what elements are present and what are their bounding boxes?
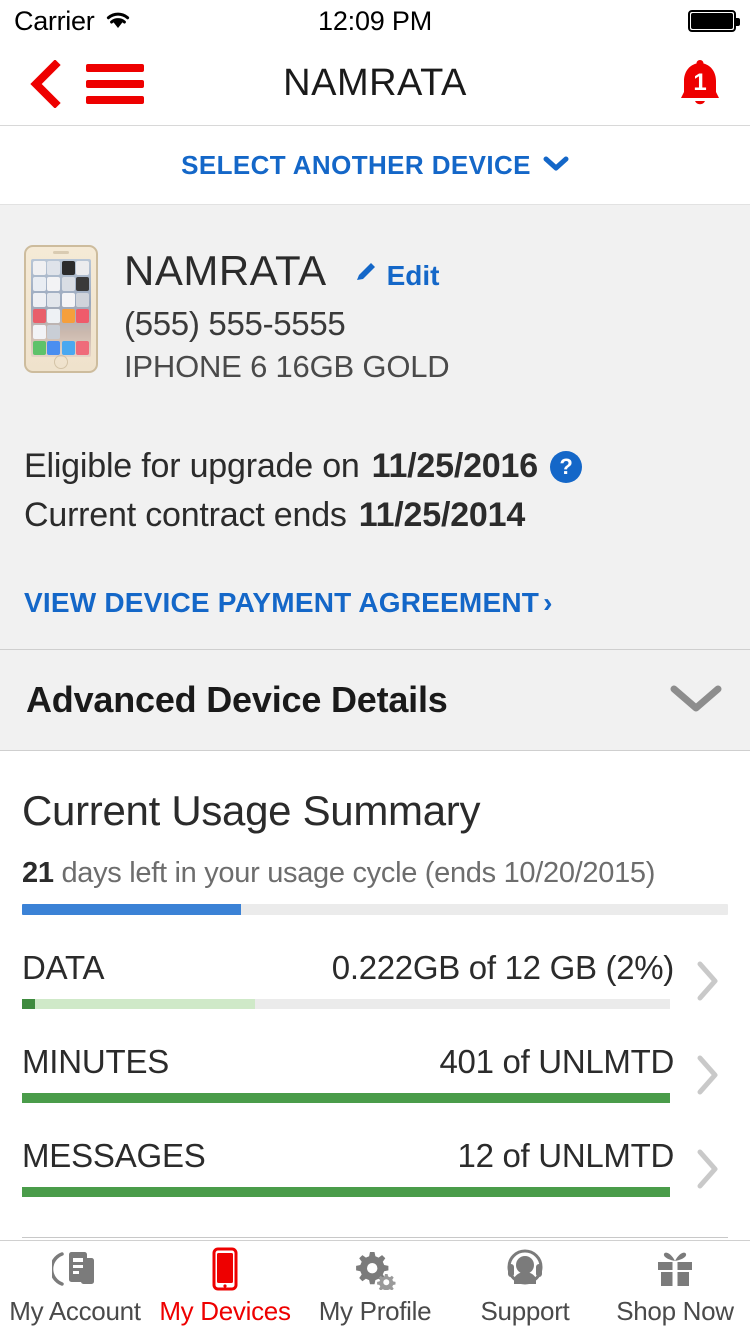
upgrade-eligibility-date: 11/25/2016	[371, 447, 538, 485]
tab-my-profile[interactable]: My Profile	[300, 1248, 450, 1327]
days-left-count: 21	[22, 857, 54, 889]
usage-row-messages[interactable]: MESSAGES 12 of UNLMTD	[22, 1103, 728, 1197]
advanced-device-details-label: Advanced Device Details	[26, 679, 448, 720]
app-root: Carrier 12:09 PM NAMRATA 1 SELECT ANOTHE…	[0, 0, 750, 1334]
agreement-label: VIEW DEVICE PAYMENT AGREEMENT	[24, 587, 540, 618]
phone-screen-apps	[31, 259, 91, 357]
help-question-icon[interactable]: ?	[549, 450, 582, 483]
iphone-6-gold-thumbnail	[24, 245, 98, 373]
phone-camera-dot	[53, 251, 69, 254]
account-devices-icon	[52, 1248, 98, 1290]
notification-bell-icon: 1	[681, 59, 719, 104]
usage-row-data-label: DATA	[22, 949, 105, 986]
view-device-payment-agreement-link[interactable]: VIEW DEVICE PAYMENT AGREEMENT ›	[24, 587, 726, 619]
notification-badge-count: 1	[693, 69, 706, 96]
tab-shop-now[interactable]: Shop Now	[600, 1248, 750, 1327]
current-usage-summary: Current Usage Summary 21 days left in yo…	[0, 751, 750, 1292]
battery-icon	[688, 10, 740, 32]
bottom-tab-bar: My Account My Devices My Profile Support…	[0, 1240, 750, 1334]
upgrade-eligibility-line: Eligible for upgrade on 11/25/2016 ?	[24, 447, 726, 486]
navigation-bar: NAMRATA 1	[0, 42, 750, 126]
device-model: IPHONE 6 16GB GOLD	[124, 349, 450, 384]
usage-row-messages-label: MESSAGES	[22, 1137, 206, 1174]
contract-end-line: Current contract ends 11/25/2014	[24, 496, 726, 535]
clock: 12:09 PM	[318, 5, 432, 36]
chevron-down-icon	[543, 155, 569, 176]
tab-support[interactable]: Support	[450, 1248, 600, 1327]
usage-row-minutes-bar	[22, 1093, 670, 1103]
usage-row-minutes-top: MINUTES 401 of UNLMTD	[22, 1043, 728, 1081]
hamburger-bar	[86, 63, 144, 72]
headset-icon	[502, 1248, 548, 1290]
eligibility-block: Eligible for upgrade on 11/25/2016 ? Cur…	[24, 447, 726, 535]
usage-row-minutes-fill	[22, 1093, 670, 1103]
tab-shop-now-label: Shop Now	[616, 1296, 734, 1326]
select-another-device-label: SELECT ANOTHER DEVICE	[181, 149, 531, 180]
status-right	[688, 10, 740, 32]
usage-row-minutes-label: MINUTES	[22, 1043, 170, 1080]
usage-row-data-used-fill	[22, 999, 35, 1009]
hamburger-menu-button[interactable]	[86, 58, 146, 110]
back-button[interactable]	[22, 58, 68, 110]
tab-my-account-label: My Account	[9, 1296, 141, 1326]
usage-row-data[interactable]: DATA 0.222GB of 12 GB (2%)	[22, 915, 728, 1009]
edit-label: Edit	[386, 259, 440, 291]
contract-end-prefix: Current contract ends	[24, 496, 347, 534]
usage-row-messages-value: 12 of UNLMTD	[457, 1137, 675, 1174]
usage-row-messages-bar	[22, 1187, 670, 1197]
advanced-device-details-accordion[interactable]: Advanced Device Details	[0, 649, 750, 751]
phone-home-button	[54, 355, 68, 369]
back-chevron-icon	[30, 59, 61, 108]
hamburger-bar	[86, 95, 144, 104]
contract-end-date: 11/25/2014	[358, 496, 526, 534]
edit-device-button[interactable]: Edit	[353, 259, 440, 292]
chevron-right-icon	[692, 1147, 722, 1196]
usage-row-messages-fill	[22, 1187, 670, 1197]
device-nickname: NAMRATA	[124, 247, 327, 294]
chevron-right-icon: ›	[543, 587, 553, 618]
usage-row-minutes[interactable]: MINUTES 401 of UNLMTD	[22, 1009, 728, 1103]
usage-row-data-top: DATA 0.222GB of 12 GB (2%)	[22, 949, 728, 987]
notifications-button[interactable]: 1	[672, 55, 728, 113]
tab-my-profile-label: My Profile	[318, 1296, 432, 1326]
tab-my-devices[interactable]: My Devices	[150, 1247, 300, 1327]
usage-row-data-bar	[22, 999, 670, 1009]
usage-cycle-progress-fill	[22, 904, 241, 915]
usage-row-minutes-value: 401 of UNLMTD	[439, 1043, 674, 1080]
chevron-right-icon	[692, 1053, 722, 1102]
usage-cycle-progress-bar	[22, 904, 728, 915]
phone-icon	[207, 1247, 243, 1291]
usage-row-messages-top: MESSAGES 12 of UNLMTD	[22, 1137, 728, 1175]
tab-my-account[interactable]: My Account	[0, 1248, 150, 1327]
gear-icon	[352, 1248, 398, 1290]
hamburger-bar	[86, 79, 144, 88]
status-bar: Carrier 12:09 PM	[0, 0, 750, 42]
device-header: NAMRATA Edit (555) 555-5555 IPHONE 6 16G…	[24, 245, 726, 385]
select-another-device-button[interactable]: SELECT ANOTHER DEVICE	[0, 126, 750, 204]
tab-support-label: Support	[480, 1296, 570, 1326]
tab-my-devices-label: My Devices	[159, 1296, 291, 1326]
device-summary-card: NAMRATA Edit (555) 555-5555 IPHONE 6 16G…	[0, 204, 750, 649]
chevron-down-icon	[668, 682, 724, 719]
usage-cycle-label: days left in your usage cycle (ends 10/2…	[61, 857, 656, 889]
usage-row-data-allowance-fill	[34, 999, 256, 1009]
device-info: NAMRATA Edit (555) 555-5555 IPHONE 6 16G…	[124, 245, 450, 385]
chevron-right-icon	[692, 959, 722, 1008]
device-phone-number: (555) 555-5555	[124, 305, 346, 342]
usage-summary-title: Current Usage Summary	[22, 787, 481, 834]
device-name-row: NAMRATA Edit	[124, 247, 449, 295]
usage-row-data-value: 0.222GB of 12 GB (2%)	[331, 949, 675, 986]
usage-cycle-text: 21 days left in your usage cycle (ends 1…	[22, 857, 728, 890]
upgrade-eligibility-prefix: Eligible for upgrade on	[24, 447, 360, 485]
gift-icon	[652, 1248, 698, 1290]
pencil-icon	[353, 259, 379, 292]
